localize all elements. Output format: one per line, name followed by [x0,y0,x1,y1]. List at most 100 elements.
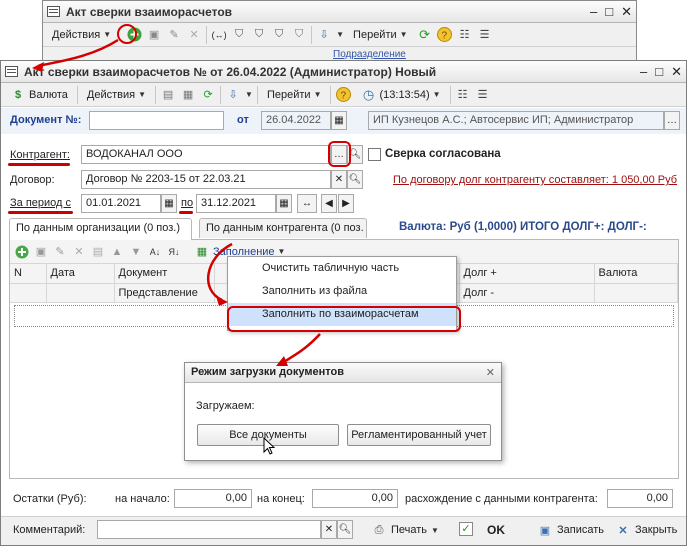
period-to-field[interactable]: 31.12.2021 [196,194,276,213]
list-settings-icon[interactable]: ☰ [477,27,493,43]
move-down-icon[interactable]: ▼ [128,244,144,260]
list-settings-icon[interactable]: ☰ [475,87,491,103]
goto-menu[interactable]: Перейти ▼ [262,85,327,105]
copy-icon[interactable]: ▣ [146,27,162,43]
filter-clear-icon[interactable]: ⛉ [291,27,307,43]
refresh-icon[interactable]: ⟳ [417,27,433,43]
calendar-icon[interactable]: ▦ [331,111,347,130]
clear-comment-icon[interactable]: ✕ [321,520,337,539]
calendar-icon[interactable]: ▦ [161,194,177,213]
post-doc-icon[interactable]: ⟳ [200,87,216,103]
sort-asc-icon[interactable]: A↓ [147,244,163,260]
end-edit-icon[interactable]: ▤ [90,244,106,260]
move-up-icon[interactable]: ▲ [109,244,125,260]
select-organization-button[interactable]: … [664,111,680,130]
menu-item-clear-table[interactable]: Очистить табличную часть [228,257,456,280]
close-icon[interactable]: ✕ [671,64,682,80]
enter-on-basis-icon[interactable]: ⇩ [316,27,332,43]
period-setup-icon[interactable]: ↔ [297,194,317,213]
bg-window-title: Акт сверки взаиморасчетов [66,4,233,19]
agreed-label: Сверка согласована [385,148,501,160]
doc-number-field[interactable] [89,111,224,130]
close-button[interactable]: ✕ Закрыть [611,520,681,540]
tab-contractor[interactable]: По данным контрагента (0 поз. [199,218,367,238]
post-icon[interactable]: (↔) [211,27,227,43]
minimize-icon[interactable]: – [590,4,597,20]
ok-label: OK [487,523,505,537]
save-doc-icon[interactable]: ▦ [180,87,196,103]
balances-label: Остатки (Руб): [13,493,87,505]
bg-titlebar: Акт сверки взаиморасчетов – □ ✕ [43,1,636,23]
structure-icon[interactable]: ☷ [455,87,471,103]
filter-icon[interactable]: ⛉ [231,27,247,43]
menu-item-fill-from-file[interactable]: Заполнить из файла [228,280,456,303]
maximize-icon[interactable]: □ [655,64,663,80]
maximize-icon[interactable]: □ [605,4,613,20]
col-document[interactable]: Документ [114,264,215,284]
period-forward-icon[interactable]: ▶ [338,194,354,213]
end-balance-field[interactable]: 0,00 [312,489,398,508]
col-debt-plus[interactable]: Долг + [459,264,595,284]
start-balance-label: на начало: [115,493,170,505]
delete-icon[interactable]: ✕ [186,27,202,43]
window-icon [47,6,60,17]
calendar-icon[interactable]: ▦ [276,194,292,213]
add-row-icon[interactable] [14,244,30,260]
col-presentation[interactable]: Представление [114,283,215,303]
help-icon[interactable]: ? [437,27,453,43]
contract-label: Договор: [10,174,55,186]
debt-link[interactable]: По договору долг контрагенту составляет:… [393,174,677,186]
save-button[interactable]: ▣ Записать [533,520,608,540]
period-to-label: по [181,197,194,209]
edit-row-icon[interactable]: ✎ [52,244,68,260]
printer-icon: ⎙ [374,523,384,536]
edit-icon[interactable]: ✎ [166,27,182,43]
open-contract-icon[interactable]: 🔍︎ [347,170,363,189]
filter-list-icon[interactable]: ⛉ [251,27,267,43]
close-icon[interactable]: ✕ [621,4,632,20]
clear-contract-icon[interactable]: ✕ [331,170,347,189]
col-date[interactable]: Дата [46,264,115,284]
period-from-field[interactable]: 01.01.2021 [81,194,161,213]
time-button[interactable]: ◷ (13:13:54) ▼ [355,85,445,105]
open-comment-icon[interactable]: 🔍︎ [337,520,353,539]
col-currency[interactable]: Валюта [594,264,678,284]
load-mode-dialog: Режим загрузки документов ✕ Загружаем: В… [184,362,502,461]
col-n[interactable]: N [10,264,47,284]
delete-row-icon[interactable]: ✕ [71,244,87,260]
main-titlebar: Акт сверки взаиморасчетов № от 26.04.202… [1,61,686,83]
period-back-icon[interactable]: ◀ [321,194,337,213]
tab-organization[interactable]: По данным организации (0 поз.) [9,218,192,240]
contractor-field[interactable]: ВОДОКАНАЛ ООО [81,145,331,164]
minimize-icon[interactable]: – [640,64,647,80]
structure-icon[interactable]: ☷ [457,27,473,43]
dialog-title: Режим загрузки документов [191,366,344,378]
post-checkmark-icon[interactable]: ✓ [459,522,473,536]
currency-icon: $ [14,88,22,101]
bg-goto-menu[interactable]: Перейти ▼ [348,25,413,45]
dialog-close-icon[interactable]: ✕ [486,366,495,379]
bg-goto-label: Перейти [353,28,397,41]
bg-actions-label: Действия [52,28,101,41]
enter-on-basis-icon[interactable]: ⇩ [225,87,241,103]
comment-field[interactable] [97,520,321,539]
organization-field[interactable]: ИП Кузнецов А.С.; Автосервис ИП; Админис… [368,111,664,130]
help-icon[interactable]: ? [335,87,351,103]
contract-field[interactable]: Договор № 2203-15 от 22.03.21 [81,170,331,189]
start-balance-field[interactable]: 0,00 [174,489,252,508]
bg-column-header: Подразделение [333,49,406,60]
copy-row-icon[interactable]: ▣ [33,244,49,260]
bg-actions-menu[interactable]: Действия ▼ [47,25,116,45]
difference-field[interactable]: 0,00 [607,489,673,508]
regulated-accounting-button[interactable]: Регламентированный учет [347,424,491,446]
ok-button[interactable]: OK [483,520,509,540]
filter-current-icon[interactable]: ⛉ [271,27,287,43]
sort-desc-icon[interactable]: Я↓ [166,244,182,260]
actions-menu[interactable]: Действия ▼ [82,85,151,105]
currency-button[interactable]: $ Валюта [5,85,73,105]
doc-date-field[interactable]: 26.04.2022 [261,111,331,130]
print-button[interactable]: ⎙ Печать ▼ [367,520,443,540]
agreed-checkbox[interactable] [368,148,381,161]
col-debt-minus[interactable]: Долг - [459,283,595,303]
post-and-close-icon[interactable]: ▤ [160,87,176,103]
